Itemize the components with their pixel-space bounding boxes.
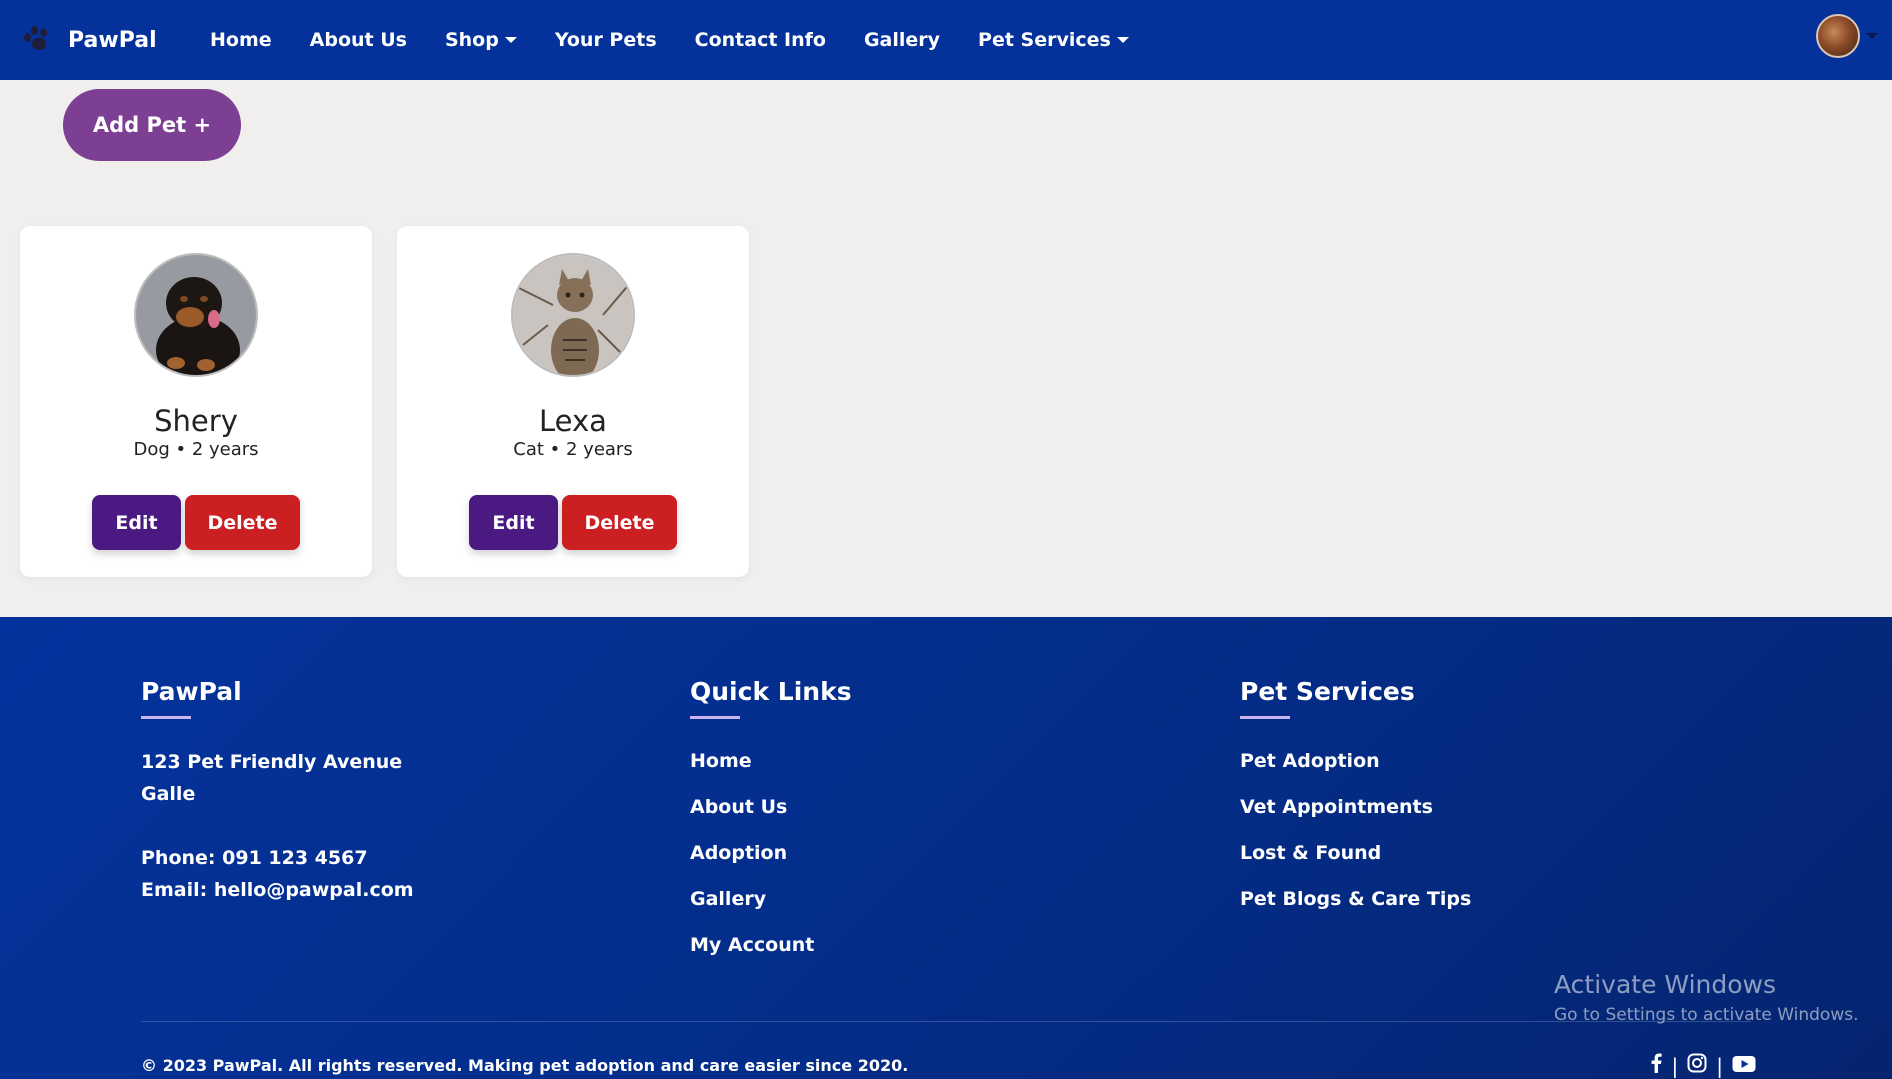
nav-gallery[interactable]: Gallery	[864, 29, 940, 51]
pet-card: Shery Dog • 2 years Edit Delete	[20, 226, 372, 577]
title-underline	[141, 716, 191, 719]
nav-home-label: Home	[210, 29, 272, 51]
address-city: Galle	[141, 783, 196, 805]
footer-link-adoption[interactable]: Adoption	[690, 842, 787, 864]
nav-pet-services-label: Pet Services	[978, 29, 1111, 51]
pet-meta: Cat • 2 years	[513, 439, 633, 460]
footer-link-lost-found[interactable]: Lost & Found	[1240, 842, 1381, 864]
nav-your-pets-label: Your Pets	[554, 29, 657, 51]
footer: PawPal 123 Pet Friendly Avenue Galle Pho…	[0, 617, 1892, 1079]
activate-windows-subtitle: Go to Settings to activate Windows.	[1554, 1005, 1859, 1025]
instagram-icon[interactable]	[1687, 1053, 1707, 1078]
pet-services-title: Pet Services	[1240, 677, 1415, 706]
pet-photo	[511, 253, 635, 377]
footer-link-vet-appointments[interactable]: Vet Appointments	[1240, 796, 1433, 818]
nav-contact-info[interactable]: Contact Info	[695, 29, 826, 51]
nav-shop-label: Shop	[444, 29, 499, 51]
title-underline	[1240, 716, 1290, 719]
brand[interactable]: PawPal	[20, 23, 210, 57]
quick-links-title: Quick Links	[690, 677, 852, 706]
social-separator: |	[1716, 1053, 1723, 1078]
title-underline	[690, 716, 740, 719]
add-pet-button[interactable]: Add Pet +	[63, 89, 241, 161]
footer-quick-links-column: Quick Links	[690, 677, 852, 719]
youtube-icon[interactable]	[1732, 1054, 1756, 1078]
footer-link-home[interactable]: Home	[690, 750, 752, 772]
footer-link-pet-adoption[interactable]: Pet Adoption	[1240, 750, 1380, 772]
activate-windows-title: Activate Windows	[1554, 970, 1776, 999]
nav-about-label: About Us	[309, 29, 407, 51]
facebook-icon[interactable]	[1649, 1053, 1663, 1078]
nav-contact-label: Contact Info	[694, 29, 826, 51]
caret-down-icon	[504, 37, 517, 43]
social-links: | |	[1649, 1053, 1757, 1078]
copyright-text: © 2023 PawPal. All rights reserved. Maki…	[141, 1056, 909, 1075]
pet-meta: Dog • 2 years	[133, 439, 259, 460]
pet-card: Lexa Cat • 2 years Edit Delete	[397, 226, 749, 577]
footer-brand-column: PawPal	[141, 677, 242, 719]
footer-email: Email: hello@pawpal.com	[141, 879, 414, 901]
footer-pet-services-column: Pet Services	[1240, 677, 1415, 719]
top-navbar: PawPal Home About Us Shop Your Pets Cont…	[0, 0, 1892, 80]
footer-link-pet-blogs[interactable]: Pet Blogs & Care Tips	[1240, 888, 1471, 910]
caret-down-icon	[1866, 33, 1878, 39]
delete-button[interactable]: Delete	[562, 495, 677, 550]
dog-photo-icon	[136, 255, 256, 375]
edit-button[interactable]: Edit	[92, 495, 181, 550]
nav-home[interactable]: Home	[210, 29, 272, 51]
footer-phone: Phone: 091 123 4567	[141, 847, 368, 869]
nav-gallery-label: Gallery	[863, 29, 941, 51]
brand-name: PawPal	[68, 27, 157, 53]
activate-windows-watermark: Activate Windows Go to Settings to activ…	[1554, 970, 1859, 1025]
address-line: 123 Pet Friendly Avenue	[141, 751, 403, 773]
cat-photo-icon	[513, 255, 633, 375]
nav-shop-dropdown[interactable]: Shop	[445, 29, 517, 51]
delete-button[interactable]: Delete	[185, 495, 300, 550]
user-avatar[interactable]	[1816, 14, 1860, 58]
caret-down-icon	[1116, 37, 1129, 43]
pet-name: Shery	[154, 404, 238, 438]
footer-link-about-us[interactable]: About Us	[690, 796, 787, 818]
nav-your-pets[interactable]: Your Pets	[555, 29, 657, 51]
edit-button[interactable]: Edit	[469, 495, 558, 550]
footer-link-gallery[interactable]: Gallery	[690, 888, 766, 910]
footer-divider	[141, 1021, 1751, 1022]
user-menu[interactable]	[1816, 14, 1878, 58]
footer-brand-title: PawPal	[141, 677, 242, 706]
nav-pet-services-dropdown[interactable]: Pet Services	[978, 29, 1129, 51]
pet-name: Lexa	[539, 404, 607, 438]
paw-logo-icon	[20, 23, 54, 57]
nav-menu: Home About Us Shop Your Pets Contact Inf…	[210, 29, 1167, 51]
footer-link-my-account[interactable]: My Account	[690, 934, 814, 956]
pet-photo	[134, 253, 258, 377]
nav-about-us[interactable]: About Us	[310, 29, 407, 51]
social-separator: |	[1671, 1053, 1679, 1078]
